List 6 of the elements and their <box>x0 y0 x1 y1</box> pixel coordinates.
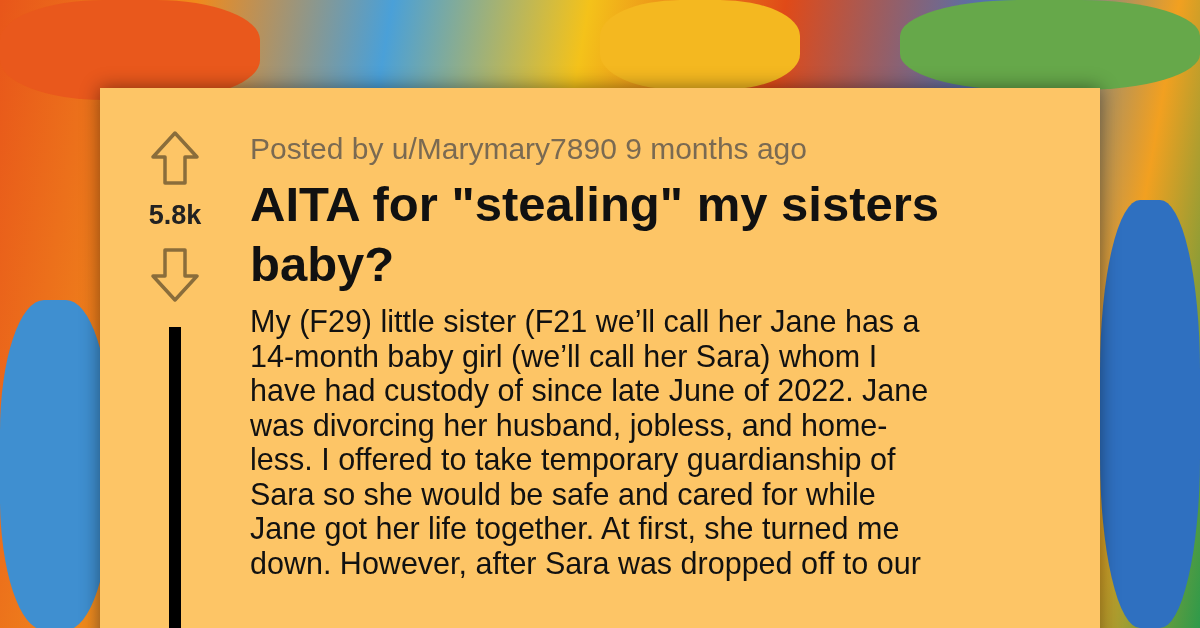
post-title: AITA for "stealing" my sisters baby? <box>250 176 941 293</box>
downvote-icon[interactable] <box>150 247 200 303</box>
upvote-icon[interactable] <box>150 130 200 186</box>
post-meta: Posted by u/Marymary7890 9 months ago <box>250 132 808 166</box>
post-body: My (F29) little sister (F21 we’ll call her Jane has a 14-month baby girl (we’ll call her Sara) whom I have had custody of since late June of 2022. Jane was divorcing her husband, jobless, and home- less. I offered to take temporary guardianship of Sara so she would be safe and cared for while Jane got her life together. At first, she turned me down. However, after Sara was dropped off to our <box>250 304 930 580</box>
vote-count: 5.8k <box>148 200 202 231</box>
